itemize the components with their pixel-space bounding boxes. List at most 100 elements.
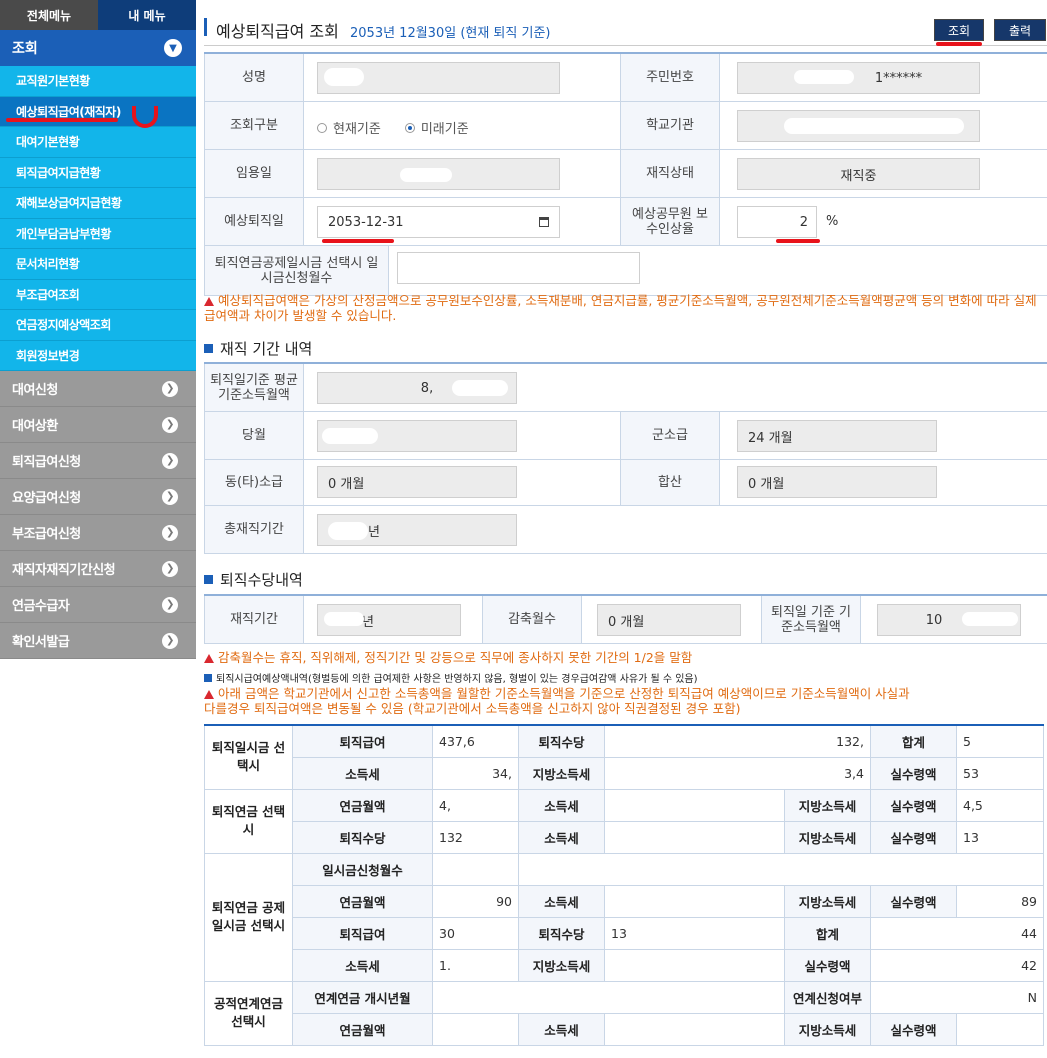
warning-text: 예상퇴직급여액은 가상의 산정금액으로 공무원보수인상률, 소득재분배, 연금지…	[204, 293, 1037, 323]
form-row: 임용일 재직상태 재직중	[204, 150, 1047, 198]
retire-date-input[interactable]: 2053-12-31	[317, 206, 560, 238]
cell-value: 132	[432, 820, 519, 854]
chevron-right-icon: ❯	[162, 632, 178, 649]
form-row: 예상퇴직일 2053-12-31 예상공무원 보수인상율 2 %	[204, 198, 1047, 246]
cell-value: 132,	[604, 724, 871, 758]
radio-current-label: 현재기준	[333, 122, 381, 137]
tab-my-menu[interactable]: 내 메뉴	[98, 0, 196, 30]
redaction	[324, 68, 364, 86]
total-period-value: 년	[368, 524, 380, 540]
sidebar-item-expected-retirement[interactable]: 예상퇴직급여(재직자)	[0, 96, 196, 127]
sidebar-item-contribution-payment[interactable]: 개인부담금납부현황	[0, 218, 196, 249]
sidebar-item-document-status[interactable]: 문서처리현황	[0, 249, 196, 280]
cell-header: 합계	[870, 724, 957, 758]
raise-rate-input[interactable]: 2	[737, 206, 817, 238]
income-note: 아래 금액은 학교기관에서 신고한 소득총액을 월할한 기준소득월액을 기준으로…	[204, 686, 924, 716]
retire-date-label: 예상퇴직일	[204, 198, 304, 245]
cell-header: 퇴직수당	[292, 820, 433, 854]
cell-header: 실수령액	[870, 788, 957, 822]
name-label: 성명	[204, 54, 304, 101]
cell-value: 34,	[432, 756, 519, 790]
sidebar-item-staff-status[interactable]: 교직원기본현황	[0, 66, 196, 97]
redaction	[322, 428, 378, 444]
menu-retirement-apply[interactable]: 퇴직급여신청 ❯	[0, 443, 196, 479]
table-row: 퇴직일시금 선택시 퇴직급여 437,6 퇴직수당 132, 합계 5	[204, 724, 1044, 790]
form-row: 퇴직연금공제일시금 선택시 일시금신청월수	[204, 246, 1047, 296]
lump-months-input[interactable]	[397, 252, 640, 284]
cell-value	[956, 1012, 1044, 1046]
cell-header: 소득세	[518, 1012, 605, 1046]
cell-header: 연금월액	[292, 788, 433, 822]
cell-value: 5	[956, 724, 1044, 758]
reduce-note: 감축월수는 휴직, 직위해제, 정직기간 및 강등으로 직무에 종사하지 못한 …	[204, 650, 692, 665]
cell-value	[604, 820, 785, 854]
search-button[interactable]: 조회	[934, 19, 984, 41]
cell-header: 실수령액	[870, 756, 957, 790]
sidebar-item-loan-status[interactable]: 대여기본현황	[0, 127, 196, 158]
cell-header: 소득세	[292, 948, 433, 982]
menu-loan-apply[interactable]: 대여신청 ❯	[0, 371, 196, 407]
cell-header: 지방소득세	[784, 820, 871, 854]
section-title-service-label: 재직 기간 내역	[220, 340, 313, 358]
military-label: 군소급	[620, 412, 720, 459]
group-label-deduction-lump: 퇴직연금 공제일시금 선택시	[204, 852, 293, 982]
chevron-right-icon: ❯	[162, 596, 178, 613]
redaction	[324, 612, 364, 626]
chevron-right-icon: ❯	[162, 452, 178, 469]
sidebar-item-retirement-payment[interactable]: 퇴직급여지급현황	[0, 157, 196, 188]
sidebar-item-pension-suspension[interactable]: 연금정지예상액조회	[0, 310, 196, 341]
chevron-right-icon: ❯	[162, 380, 178, 397]
page-header: 예상퇴직급여 조회 2053년 12월30일 (현재 퇴직 기준) 조회 출력	[204, 14, 1047, 46]
cell-header: 연금월액	[292, 1012, 433, 1046]
menu-pension-recipient[interactable]: 연금수급자 ❯	[0, 587, 196, 623]
sidebar-item-member-info[interactable]: 회원정보변경	[0, 340, 196, 371]
sum-label: 합산	[620, 460, 720, 505]
type-radio-group: 현재기준 미래기준	[317, 118, 493, 137]
info-grid: 성명 주민번호 1****** 조회구분 현재기준 미래기준 학교기관 임용일 …	[204, 52, 1047, 298]
menu-medical-apply[interactable]: 요양급여신청 ❯	[0, 479, 196, 515]
cell-value: 4,5	[956, 788, 1044, 822]
tab-all-menu[interactable]: 전체메뉴	[0, 0, 98, 30]
menu-aid-apply[interactable]: 부조급여신청 ❯	[0, 515, 196, 551]
table-row: 연금월액 90 소득세 지방소득세 실수령액 89	[205, 884, 1044, 918]
redaction	[962, 612, 1018, 626]
allowance-grid: 재직기간 년 감축월수 0 개월 퇴직일 기준 기준소득월액 10	[204, 594, 1047, 644]
cell-header: 지방소득세	[518, 756, 605, 790]
rrn-field: 1******	[737, 62, 980, 94]
section-title-service: 재직 기간 내역	[204, 338, 312, 359]
cell-value	[604, 948, 785, 982]
menu-service-period-apply[interactable]: 재직자재직기간신청 ❯	[0, 551, 196, 587]
cell-value: 89	[956, 884, 1044, 918]
avg-income-value: 8,	[420, 380, 434, 396]
cell-value: 53	[956, 756, 1044, 790]
cell-header: 합계	[784, 916, 871, 950]
cell-header: 퇴직급여	[292, 724, 433, 758]
print-button[interactable]: 출력	[994, 19, 1046, 41]
square-icon	[204, 674, 212, 682]
menu-inquiry-label: 조회	[12, 41, 38, 57]
calendar-icon[interactable]	[539, 217, 549, 227]
benefit-table: 퇴직일시금 선택시 퇴직급여 437,6 퇴직수당 132, 합계 5 소득세 …	[204, 724, 1044, 1046]
warning-icon	[204, 297, 214, 306]
cell-value	[604, 1012, 785, 1046]
cell-value	[432, 1012, 519, 1046]
menu-inquiry[interactable]: 조회 ▼	[0, 30, 196, 66]
radio-current[interactable]: 현재기준	[317, 118, 381, 137]
table-row: 퇴직연금 선택시 연금월액 4, 소득세 지방소득세 실수령액 4,5	[204, 788, 1044, 854]
cell-header: 연금월액	[292, 884, 433, 918]
menu-loan-repay[interactable]: 대여상환 ❯	[0, 407, 196, 443]
rrn-value: 1******	[874, 70, 923, 86]
menu-label: 요양급여신청	[12, 491, 81, 506]
table-row: 공적연계연금 선택시 연계연금 개시년월 연계신청여부 N	[204, 980, 1044, 1046]
cell-value: 437,6	[432, 724, 519, 758]
cell-value: N	[870, 980, 1044, 1014]
chevron-right-icon: ❯	[162, 524, 178, 541]
sidebar-item-aid-benefit[interactable]: 부조급여조회	[0, 279, 196, 310]
cell-value: 1.	[432, 948, 519, 982]
sidebar-tabs: 전체메뉴 내 메뉴	[0, 0, 196, 30]
menu-certificate[interactable]: 확인서발급 ❯	[0, 623, 196, 659]
radio-future[interactable]: 미래기준	[404, 118, 469, 137]
cell-header: 소득세	[518, 788, 605, 822]
section-title-allowance: 퇴직수당내역	[204, 569, 303, 590]
sidebar-item-disaster-compensation[interactable]: 재해보상급여지급현황	[0, 188, 196, 219]
